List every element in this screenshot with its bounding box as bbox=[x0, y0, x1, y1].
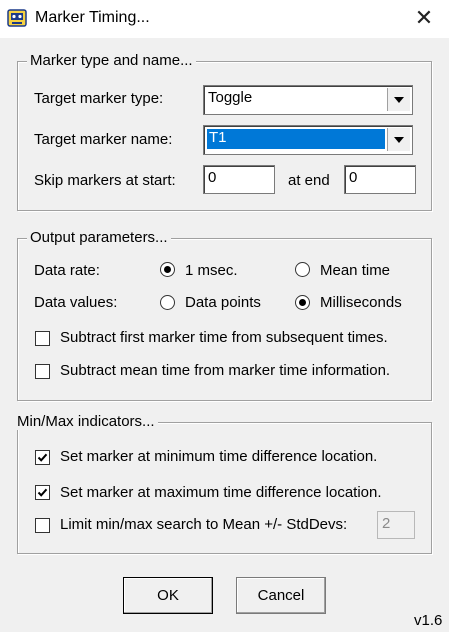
target-type-combo[interactable]: Toggle bbox=[203, 85, 413, 115]
app-icon bbox=[7, 8, 27, 28]
target-type-label: Target marker type: bbox=[34, 90, 164, 107]
skip-end-value: 0 bbox=[349, 169, 358, 186]
skip-start-input[interactable]: 0 bbox=[203, 165, 275, 194]
window-title: Marker Timing... bbox=[35, 9, 150, 26]
output-group-title: Output parameters... bbox=[27, 229, 171, 246]
chevron-down-icon[interactable] bbox=[387, 88, 410, 111]
checkmark-icon bbox=[37, 453, 48, 462]
version-label: v1.6 bbox=[414, 612, 443, 629]
rate-1msec-radio[interactable] bbox=[160, 262, 175, 277]
skip-end-input[interactable]: 0 bbox=[344, 165, 416, 194]
subtract-first-checkbox[interactable] bbox=[35, 331, 50, 346]
stddevs-input[interactable]: 2 bbox=[377, 511, 415, 539]
limit-minmax-label[interactable]: Limit min/max search to Mean +/- StdDevs… bbox=[60, 516, 347, 533]
set-max-label[interactable]: Set marker at maximum time difference lo… bbox=[60, 484, 382, 501]
checkmark-icon bbox=[37, 488, 48, 497]
cancel-button[interactable]: Cancel bbox=[236, 577, 326, 614]
set-max-checkbox[interactable] bbox=[35, 485, 50, 500]
target-name-value: T1 bbox=[206, 128, 386, 150]
minmax-group-title: Min/Max indicators... bbox=[14, 413, 158, 430]
set-min-checkbox[interactable] bbox=[35, 450, 50, 465]
data-values-label: Data values: bbox=[34, 294, 118, 311]
target-name-combo[interactable]: T1 bbox=[203, 125, 413, 155]
cancel-button-label: Cancel bbox=[257, 587, 305, 604]
rate-1msec-label[interactable]: 1 msec. bbox=[185, 262, 238, 279]
skip-start-value: 0 bbox=[208, 169, 217, 186]
set-min-label[interactable]: Set marker at minimum time difference lo… bbox=[60, 448, 377, 465]
limit-minmax-checkbox[interactable] bbox=[35, 518, 50, 533]
close-icon[interactable]: ✕ bbox=[410, 6, 438, 32]
subtract-first-label[interactable]: Subtract first marker time from subseque… bbox=[60, 329, 388, 346]
at-end-label: at end bbox=[288, 172, 330, 189]
values-milliseconds-radio[interactable] bbox=[295, 295, 310, 310]
target-type-value: Toggle bbox=[208, 89, 253, 106]
values-data-points-label[interactable]: Data points bbox=[185, 294, 261, 311]
skip-markers-label: Skip markers at start: bbox=[34, 172, 176, 189]
ok-button[interactable]: OK bbox=[123, 577, 213, 614]
marker-group-title: Marker type and name... bbox=[27, 52, 196, 69]
values-milliseconds-label[interactable]: Milliseconds bbox=[320, 294, 402, 311]
stddevs-value: 2 bbox=[382, 515, 391, 532]
rate-mean-time-radio[interactable] bbox=[295, 262, 310, 277]
rate-mean-time-label[interactable]: Mean time bbox=[320, 262, 390, 279]
chevron-down-icon[interactable] bbox=[387, 128, 410, 151]
values-data-points-radio[interactable] bbox=[160, 295, 175, 310]
ok-button-label: OK bbox=[157, 587, 179, 604]
target-name-label: Target marker name: bbox=[34, 131, 173, 148]
subtract-mean-checkbox[interactable] bbox=[35, 364, 50, 379]
data-rate-label: Data rate: bbox=[34, 262, 100, 279]
subtract-mean-label[interactable]: Subtract mean time from marker time info… bbox=[60, 362, 390, 379]
